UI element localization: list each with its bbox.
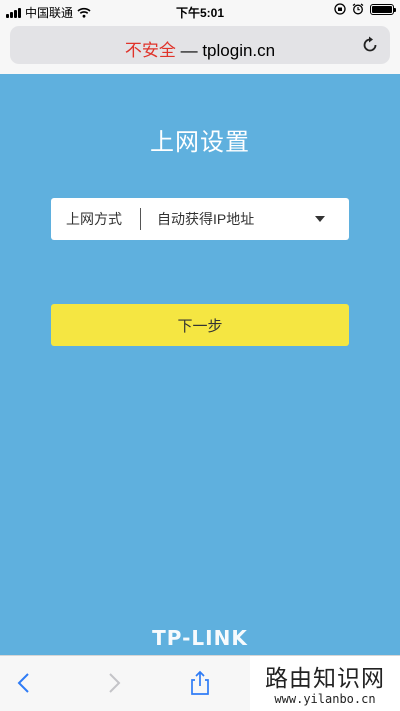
share-icon[interactable] — [187, 670, 213, 696]
watermark-title: 路由知识网 — [265, 666, 385, 692]
url-separator: — — [175, 41, 203, 60]
router-setup-page: 上网设置 上网方式 自动获得IP地址 下一步 TP-LINK — [0, 74, 400, 655]
connection-type-label: 上网方式 — [66, 211, 122, 227]
alarm-icon — [352, 3, 364, 15]
back-icon[interactable] — [12, 670, 38, 696]
page-title: 上网设置 — [150, 129, 250, 156]
reload-icon[interactable] — [360, 35, 380, 55]
watermark-url: www.yilanbo.cn — [274, 692, 376, 706]
connection-type-select[interactable]: 上网方式 自动获得IP地址 — [51, 198, 349, 240]
forward-icon[interactable] — [100, 670, 126, 696]
watermark: 路由知识网 www.yilanbo.cn — [250, 656, 400, 711]
orientation-lock-icon — [334, 3, 346, 15]
battery-icon — [370, 3, 396, 15]
caret-down-icon — [315, 216, 325, 222]
url-bar[interactable]: 不安全 — tplogin.cn — [10, 26, 390, 64]
status-right — [334, 3, 396, 15]
url-domain: tplogin.cn — [202, 41, 276, 60]
insecure-label: 不安全 — [124, 41, 176, 60]
status-bar: 中国联通 下午5:01 — [0, 0, 400, 22]
next-button[interactable]: 下一步 — [51, 304, 349, 346]
url-text[interactable]: 不安全 — tplogin.cn — [10, 36, 390, 61]
connection-type-value: 自动获得IP地址 — [157, 211, 255, 227]
tp-link-logo: TP-LINK — [152, 626, 248, 650]
